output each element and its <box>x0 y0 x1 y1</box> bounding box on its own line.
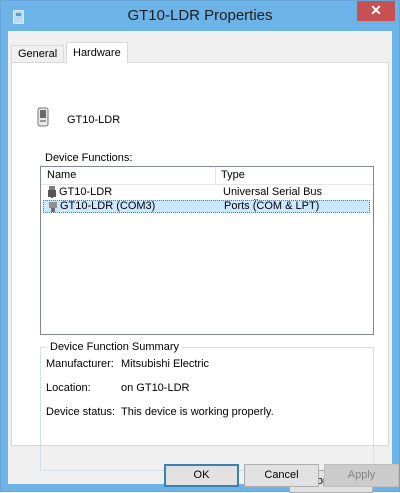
apply-button[interactable]: Apply <box>324 464 399 487</box>
dialog-client: General Hardware GT10-LDR Device Functio… <box>8 31 399 493</box>
device-name: GT10-LDR <box>67 114 121 126</box>
list-item-name: GT10-LDR <box>59 186 113 198</box>
manufacturer-label: Manufacturer: <box>46 358 114 370</box>
properties-window: GT10-LDR Properties ✕ General Hardware G… <box>0 0 400 493</box>
hardware-panel: GT10-LDR Device Functions: Name Type GT1… <box>11 62 389 493</box>
column-header-name[interactable]: Name <box>47 167 76 184</box>
device-status-value: This device is working properly. <box>121 406 274 418</box>
manufacturer-value: Mitsubishi Electric <box>121 358 210 370</box>
tab-hardware[interactable]: Hardware <box>66 42 128 63</box>
location-value: on GT10-LDR <box>121 382 190 394</box>
device-functions-list[interactable]: Name Type GT10-LDR Universal Serial Bus … <box>40 166 374 335</box>
device-icon <box>37 107 49 127</box>
close-button[interactable]: ✕ <box>357 1 395 21</box>
list-item-type: Ports (COM & LPT) <box>224 200 320 212</box>
usb-icon <box>47 186 57 198</box>
tab-general[interactable]: General <box>11 45 65 63</box>
cancel-button[interactable]: Cancel <box>244 464 319 487</box>
window-title: GT10-LDR Properties <box>127 7 273 24</box>
list-item-selected[interactable]: GT10-LDR (COM3) Ports (COM & LPT) <box>43 200 370 213</box>
list-item-name: GT10-LDR (COM3) <box>60 200 156 212</box>
list-item[interactable]: GT10-LDR Universal Serial Bus controller… <box>43 186 371 210</box>
column-header-type[interactable]: Type <box>221 167 245 184</box>
ok-button[interactable]: OK <box>164 464 239 487</box>
summary-legend: Device Function Summary <box>47 341 182 353</box>
port-icon <box>48 201 58 213</box>
device-status-label: Device status: <box>46 406 116 418</box>
title-bar[interactable]: GT10-LDR Properties ✕ <box>1 1 399 31</box>
column-divider[interactable] <box>215 167 216 184</box>
device-functions-label: Device Functions: <box>45 152 133 164</box>
device-function-summary: Device Function Summary Manufacturer: Mi… <box>40 341 374 493</box>
list-header: Name Type <box>41 167 373 185</box>
location-label: Location: <box>46 382 91 394</box>
